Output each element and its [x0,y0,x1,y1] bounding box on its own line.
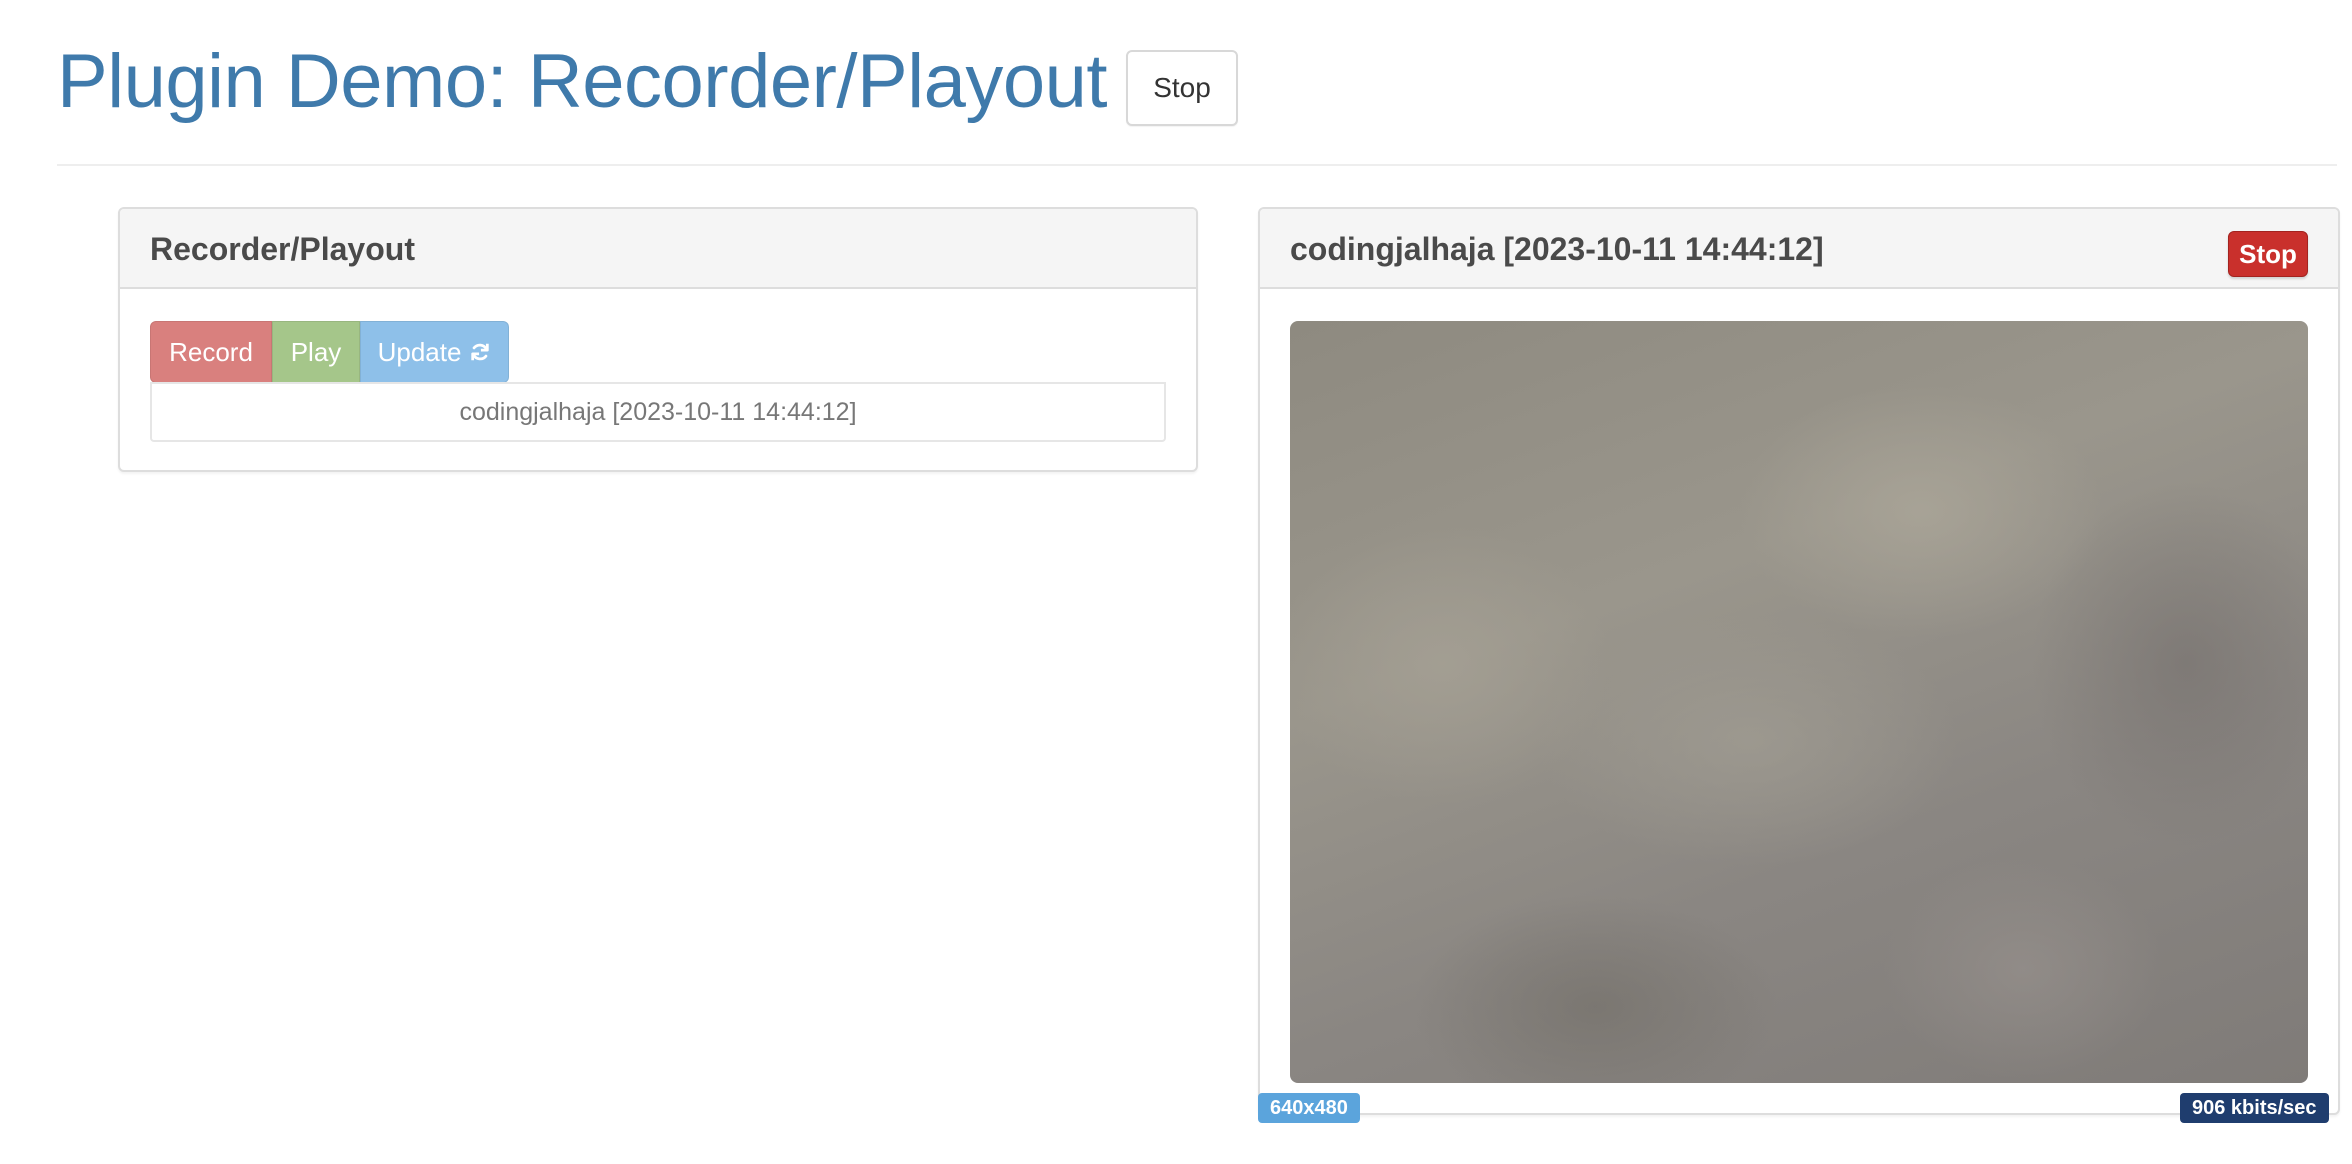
play-label: Play [290,336,342,367]
record-button[interactable]: Record [150,321,272,383]
update-label: Update [377,336,462,367]
page-title: Plugin Demo: Recorder/Playout [57,39,1108,124]
video-panel-title: codingjalhaja [2023-10-11 14:44:12] [1290,230,1824,267]
recording-list-item[interactable]: codingjalhaja [2023-10-11 14:44:12] [150,382,1166,442]
record-label: Record [169,336,253,367]
resolution-badge: 640x480 [1258,1093,1360,1123]
play-button[interactable]: Play [272,321,360,383]
page-header: Plugin Demo: Recorder/Playout Stop [57,28,2337,166]
stop-button[interactable]: Stop [1126,50,1238,126]
panel-title: Recorder/Playout [150,230,415,267]
bitrate-badge: 906 kbits/sec [2180,1093,2329,1123]
update-button[interactable]: Update [360,321,509,383]
recorder-button-group: Record Play Update [150,321,509,383]
recorder-panel: Recorder/Playout Record Play Update codi… [118,207,1198,472]
panel-heading: Recorder/Playout [120,209,1196,289]
panel-heading: codingjalhaja [2023-10-11 14:44:12] Stop [1260,209,2338,289]
stop-playback-button[interactable]: Stop [2228,231,2308,277]
refresh-icon [469,341,491,363]
video-player[interactable] [1290,321,2308,1083]
video-panel: codingjalhaja [2023-10-11 14:44:12] Stop [1258,207,2340,1115]
